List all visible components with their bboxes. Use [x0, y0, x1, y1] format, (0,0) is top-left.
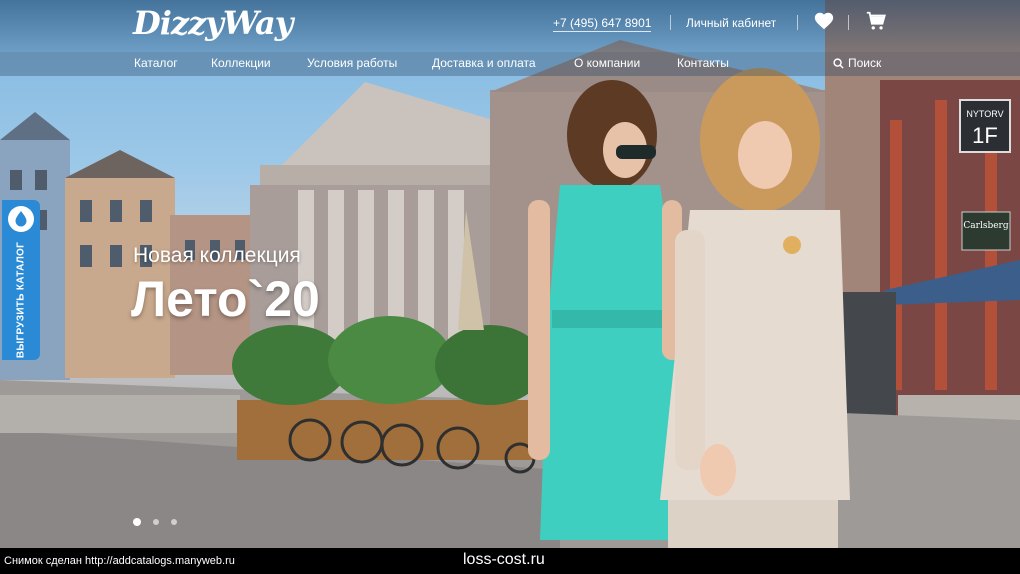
caption-source: Снимок сделан http://addcatalogs.manyweb…	[4, 555, 235, 567]
hero-subtitle: Новая коллекция	[133, 244, 301, 267]
nav-item-collections[interactable]: Коллекции	[211, 56, 271, 70]
phone-link[interactable]: +7 (495) 647 8901	[553, 16, 652, 32]
search-button[interactable]: Поиск	[833, 56, 881, 70]
header-divider	[797, 15, 798, 30]
hero-title: Лето`20	[131, 271, 320, 327]
nav-item-delivery[interactable]: Доставка и оплата	[432, 56, 536, 70]
download-catalog-tab[interactable]: ВЫГРУЗИТЬ КАТАЛОГ	[2, 200, 40, 360]
beer-sign: Carlsberg	[963, 221, 1008, 231]
nav-item-catalog[interactable]: Каталог	[134, 56, 178, 70]
header-divider	[670, 15, 671, 30]
account-link[interactable]: Личный кабинет	[686, 16, 776, 30]
slider-dots	[133, 518, 177, 526]
slider-dot[interactable]	[171, 519, 177, 525]
nav-item-contacts[interactable]: Контакты	[677, 56, 729, 70]
cart-icon[interactable]	[865, 10, 887, 32]
droplet-icon	[8, 206, 34, 232]
slider-dot[interactable]	[153, 519, 159, 525]
header-divider	[848, 15, 849, 30]
street-number-sign: 1F	[972, 123, 998, 148]
street-sign: NYTORV	[966, 109, 1003, 119]
search-icon	[833, 58, 844, 69]
nav-item-about[interactable]: О компании	[574, 56, 640, 70]
search-label: Поиск	[848, 56, 882, 70]
caption-site: loss-cost.ru	[463, 551, 545, 568]
screenshot-caption-bar: Снимок сделан http://addcatalogs.manyweb…	[0, 548, 1020, 574]
slider-dot[interactable]	[133, 518, 141, 526]
heart-icon[interactable]	[813, 10, 835, 32]
site-logo[interactable]: DizzyWay	[133, 4, 293, 42]
nav-item-terms[interactable]: Условия работы	[307, 56, 397, 70]
download-catalog-label: ВЫГРУЗИТЬ КАТАЛОГ	[15, 241, 27, 359]
